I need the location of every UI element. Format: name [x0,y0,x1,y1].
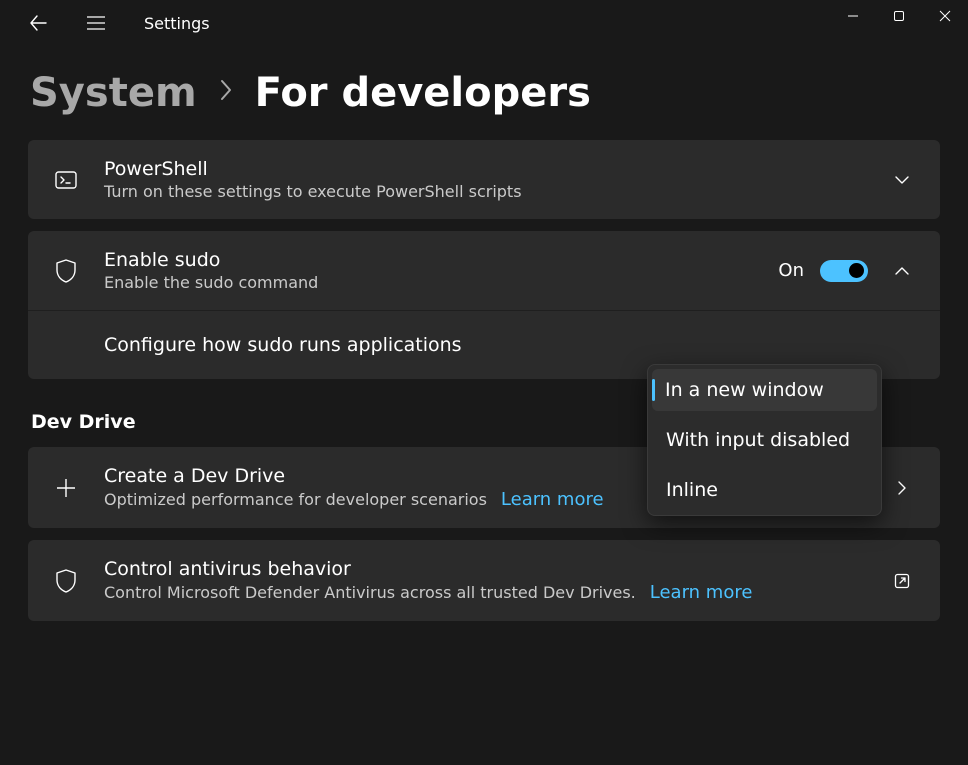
antivirus-title: Control antivirus behavior [104,558,888,580]
powershell-subtitle: Turn on these settings to execute PowerS… [104,182,888,201]
plus-icon [52,477,80,499]
window-controls [830,0,968,32]
hamburger-icon [87,16,105,30]
antivirus-text: Control antivirus behavior Control Micro… [104,558,888,603]
chevron-right-icon [888,480,916,496]
minimize-button[interactable] [830,0,876,32]
sudo-configure-text: Configure how sudo runs applications [104,334,916,356]
antivirus-button[interactable]: Control antivirus behavior Control Micro… [28,540,940,621]
sudo-toggle-label: On [778,260,804,281]
nav-menu-button[interactable] [76,5,116,41]
create-devdrive-subtitle: Optimized performance for developer scen… [104,490,487,509]
sudo-subtitle: Enable the sudo command [104,273,778,292]
breadcrumb: System For developers [0,46,968,134]
toggle-thumb [849,263,864,278]
dropdown-item-label: In a new window [665,379,824,401]
chevron-right-icon [219,79,233,107]
sudo-card: Enable sudo Enable the sudo command On C… [28,231,940,379]
maximize-button[interactable] [876,0,922,32]
powershell-text: PowerShell Turn on these settings to exe… [104,158,888,201]
breadcrumb-parent[interactable]: System [30,70,197,116]
powershell-card: PowerShell Turn on these settings to exe… [28,140,940,219]
minimize-icon [847,10,859,22]
dropdown-item-label: With input disabled [666,429,850,451]
sudo-mode-dropdown[interactable]: In a new window With input disabled Inli… [647,364,882,516]
open-external-icon [888,572,916,590]
app-title: Settings [144,14,210,33]
close-button[interactable] [922,0,968,32]
antivirus-card: Control antivirus behavior Control Micro… [28,540,940,621]
maximize-icon [893,10,905,22]
dropdown-item-inline[interactable]: Inline [648,465,881,515]
powershell-expander[interactable]: PowerShell Turn on these settings to exe… [28,140,940,219]
sudo-text: Enable sudo Enable the sudo command [104,249,778,292]
chevron-up-icon [888,266,916,276]
back-arrow-icon [29,14,47,32]
antivirus-subtitle: Control Microsoft Defender Antivirus acr… [104,583,636,602]
shield-icon [52,258,80,284]
shield-icon [52,568,80,594]
sudo-toggle[interactable] [820,260,868,282]
dropdown-item-new-window[interactable]: In a new window [652,369,877,411]
create-devdrive-learn-more[interactable]: Learn more [501,489,604,510]
antivirus-learn-more[interactable]: Learn more [650,582,753,603]
sudo-configure-title: Configure how sudo runs applications [104,334,916,356]
powershell-title: PowerShell [104,158,888,180]
selection-indicator [652,379,655,401]
sudo-title: Enable sudo [104,249,778,271]
breadcrumb-current: For developers [255,70,591,116]
back-button[interactable] [18,5,58,41]
dropdown-item-label: Inline [666,479,718,501]
close-icon [939,10,951,22]
powershell-icon [52,168,80,192]
dropdown-item-input-disabled[interactable]: With input disabled [648,415,881,465]
chevron-down-icon [888,175,916,185]
titlebar: Settings [0,0,968,46]
sudo-expander[interactable]: Enable sudo Enable the sudo command On [28,231,940,310]
